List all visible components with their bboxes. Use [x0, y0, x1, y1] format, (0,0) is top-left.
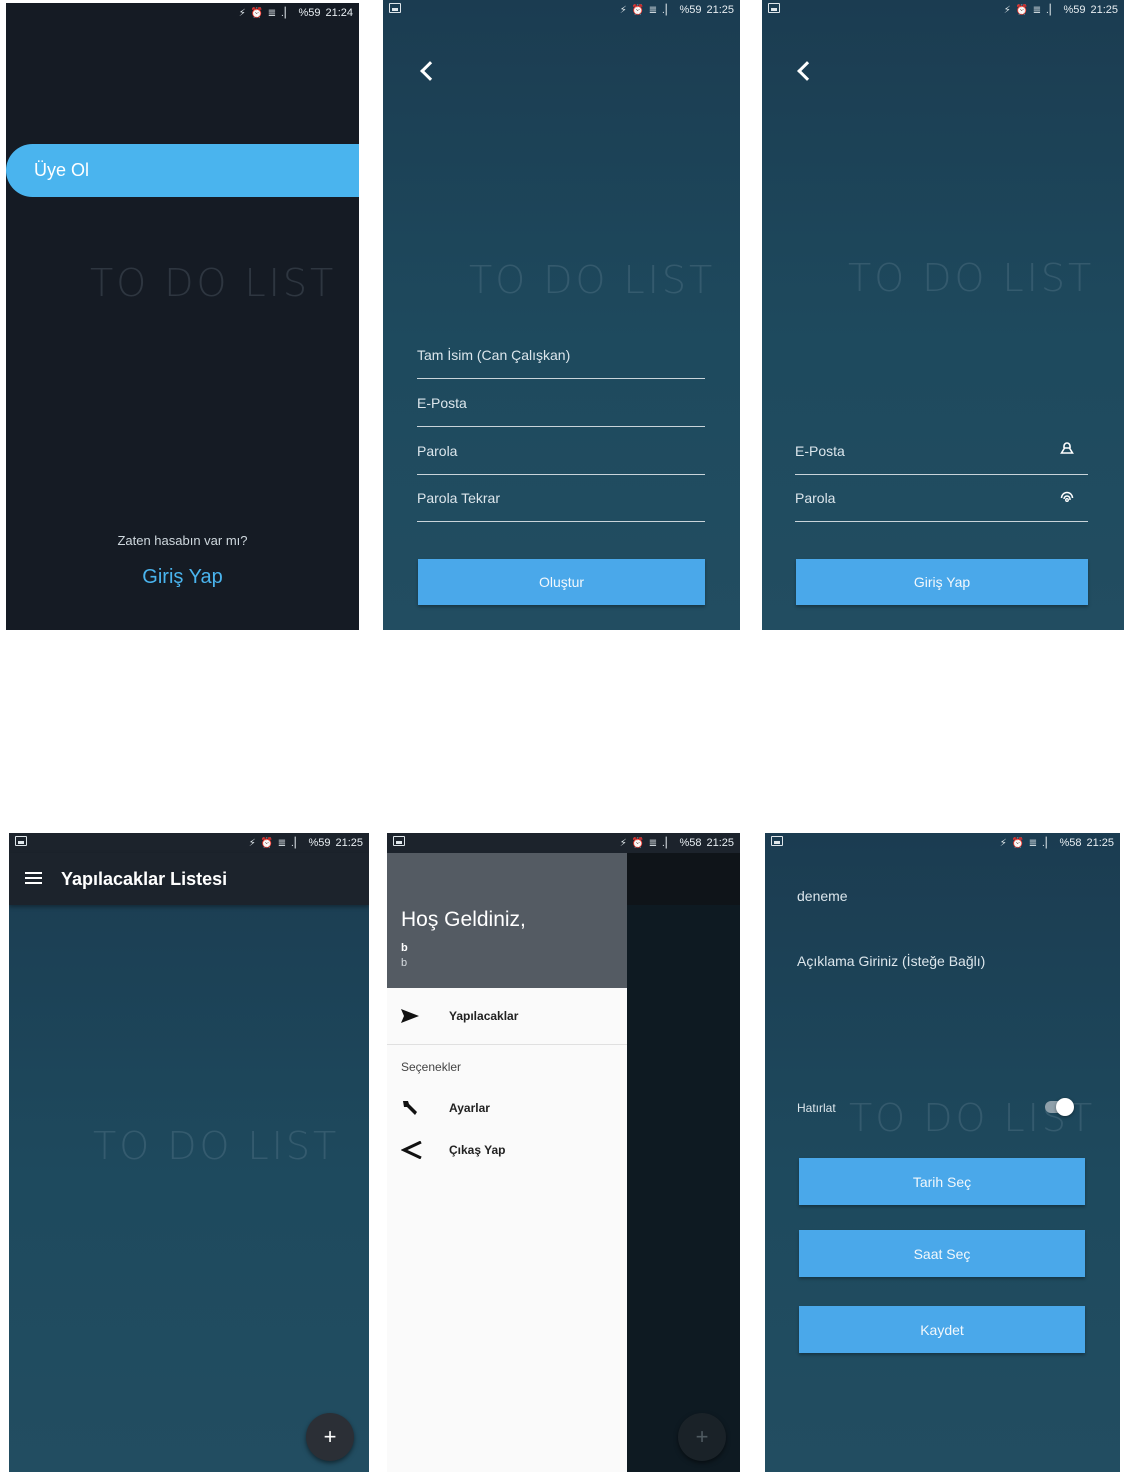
todo-list-screen: ⚡ ⏰ ≣ .▏ %59 21:25 Yapılacaklar Listesi … — [9, 833, 369, 1472]
drawer-item-logout[interactable]: Çıkaş Yap — [387, 1130, 627, 1170]
register-button[interactable]: Üye Ol — [6, 144, 359, 197]
clock: 21:25 — [706, 4, 734, 16]
status-bar: ⚡ ⏰ ≣ .▏ %58 21:25 — [387, 833, 740, 853]
drawer-item-label: Çıkaş Yap — [449, 1143, 506, 1157]
fullname-field[interactable] — [417, 332, 705, 379]
create-account-label: Oluştur — [538, 574, 585, 590]
image-notification-icon — [15, 836, 27, 846]
menu-icon[interactable] — [25, 872, 42, 885]
user-email: b — [401, 957, 408, 969]
remind-label: Hatırlat — [797, 1101, 836, 1115]
status-bar: ⚡ ⏰ ≣ .▏ %59 21:24 — [6, 3, 359, 23]
task-title-input[interactable]: deneme — [797, 888, 848, 904]
toggle-knob — [1056, 1098, 1074, 1116]
status-icons: ⚡ ⏰ ≣ .▏ — [619, 4, 675, 16]
add-task-button[interactable]: + — [306, 1413, 354, 1461]
greeting: Hoş Geldiniz, — [401, 908, 526, 931]
login-button[interactable]: Giriş Yap — [796, 559, 1088, 605]
add-task-screen: ⚡ ⏰ ≣ .▏ %58 21:25 deneme Açıklama Girin… — [765, 833, 1120, 1472]
password-repeat-input[interactable] — [417, 490, 705, 506]
app-logo-watermark: TO DO LIST — [93, 1124, 340, 1168]
user-icon — [1060, 442, 1074, 454]
password-input[interactable] — [417, 443, 705, 459]
save-button[interactable]: Kaydet — [799, 1306, 1085, 1353]
plus-icon: + — [323, 1424, 337, 1449]
app-logo-watermark: TO DO LIST — [469, 258, 716, 302]
pick-date-label: Tarih Seç — [912, 1173, 972, 1190]
clock: 21:24 — [325, 7, 353, 19]
image-notification-icon — [393, 836, 405, 846]
drawer-item-label: Ayarlar — [449, 1101, 490, 1115]
back-arrow-icon[interactable] — [420, 61, 440, 81]
welcome-screen: ⚡ ⏰ ≣ .▏ %59 21:24 Üye Ol TO DO LIST Zat… — [6, 3, 359, 630]
remind-toggle[interactable] — [1045, 1098, 1075, 1116]
battery-level: %59 — [679, 4, 702, 16]
drawer-item-settings[interactable]: Ayarlar — [387, 1088, 627, 1128]
send-icon — [401, 1009, 441, 1023]
password-field[interactable] — [795, 475, 1088, 522]
have-account-text: Zaten hasabın var mı? — [117, 533, 248, 548]
status-icons: ⚡ ⏰ ≣ .▏ — [1003, 4, 1059, 16]
image-notification-icon — [389, 3, 401, 13]
email-input[interactable] — [795, 443, 1088, 459]
login-screen: ⚡ ⏰ ≣ .▏ %59 21:25 TO DO LIST Giriş Yap — [762, 0, 1124, 630]
drawer-screen: ⚡ ⏰ ≣ .▏ %58 21:25 + Hoş Geldiniz, b b Y… — [387, 833, 740, 1472]
status-bar: ⚡ ⏰ ≣ .▏ %59 21:25 — [762, 0, 1124, 20]
save-label: Kaydet — [920, 1321, 964, 1338]
image-notification-icon — [768, 3, 780, 13]
status-icons: ⚡ ⏰ ≣ .▏ — [238, 7, 294, 19]
status-bar: ⚡ ⏰ ≣ .▏ %59 21:25 — [9, 833, 369, 853]
back-arrow-icon[interactable] — [797, 61, 817, 81]
register-screen: ⚡ ⏰ ≣ .▏ %59 21:25 TO DO LIST Oluştur — [383, 0, 740, 630]
drawer-header: Hoş Geldiniz, b b — [387, 853, 627, 988]
battery-level: %58 — [679, 837, 702, 849]
fullname-input[interactable] — [417, 347, 705, 363]
email-field[interactable] — [417, 380, 705, 427]
status-icons: ⚡ ⏰ ≣ .▏ — [248, 837, 304, 849]
wrench-icon — [401, 1099, 441, 1117]
clock: 21:25 — [335, 837, 363, 849]
password-input[interactable] — [795, 490, 1088, 506]
register-button-label: Üye Ol — [34, 160, 90, 180]
clock: 21:25 — [706, 837, 734, 849]
page-title: Yapılacaklar Listesi — [61, 869, 228, 889]
drawer-item-label: Yapılacaklar — [449, 1009, 519, 1023]
dimmed-app-bar — [627, 853, 740, 905]
status-bar: ⚡ ⏰ ≣ .▏ %58 21:25 — [765, 833, 1120, 853]
pick-time-label: Saat Seç — [913, 1245, 971, 1262]
status-icons: ⚡ ⏰ ≣ .▏ — [999, 837, 1055, 849]
chevron-left-icon — [401, 1141, 441, 1159]
battery-level: %59 — [1063, 4, 1086, 16]
create-account-button[interactable]: Oluştur — [418, 559, 705, 605]
battery-level: %59 — [298, 7, 321, 19]
clock: 21:25 — [1086, 837, 1114, 849]
password-repeat-field[interactable] — [417, 475, 705, 522]
app-logo-watermark: TO DO LIST — [90, 261, 337, 305]
email-input[interactable] — [417, 395, 705, 411]
user-name: b — [401, 942, 408, 954]
section-label: Seçenekler — [401, 1060, 462, 1074]
status-icons: ⚡ ⏰ ≣ .▏ — [619, 837, 675, 849]
pick-date-button[interactable]: Tarih Seç — [799, 1158, 1085, 1205]
divider — [387, 1044, 627, 1045]
battery-level: %59 — [308, 837, 331, 849]
login-button-label: Giriş Yap — [913, 574, 971, 590]
battery-level: %58 — [1059, 837, 1082, 849]
login-link[interactable]: Giriş Yap — [6, 566, 359, 589]
app-bar: Yapılacaklar Listesi — [9, 853, 369, 905]
description-input[interactable]: Açıklama Giriniz (İsteğe Bağlı) — [797, 953, 985, 969]
clock: 21:25 — [1090, 4, 1118, 16]
image-notification-icon — [771, 836, 783, 846]
drawer-item-todos[interactable]: Yapılacaklar — [387, 996, 627, 1036]
email-field[interactable] — [795, 428, 1088, 475]
add-task-button: + — [678, 1413, 726, 1461]
plus-icon: + — [695, 1424, 709, 1449]
password-field[interactable] — [417, 428, 705, 475]
fingerprint-icon — [1060, 491, 1074, 502]
navigation-drawer: Hoş Geldiniz, b b Yapılacaklar Seçenekle… — [387, 853, 627, 1472]
pick-time-button[interactable]: Saat Seç — [799, 1230, 1085, 1277]
status-bar: ⚡ ⏰ ≣ .▏ %59 21:25 — [383, 0, 740, 20]
app-logo-watermark: TO DO LIST — [848, 256, 1095, 300]
